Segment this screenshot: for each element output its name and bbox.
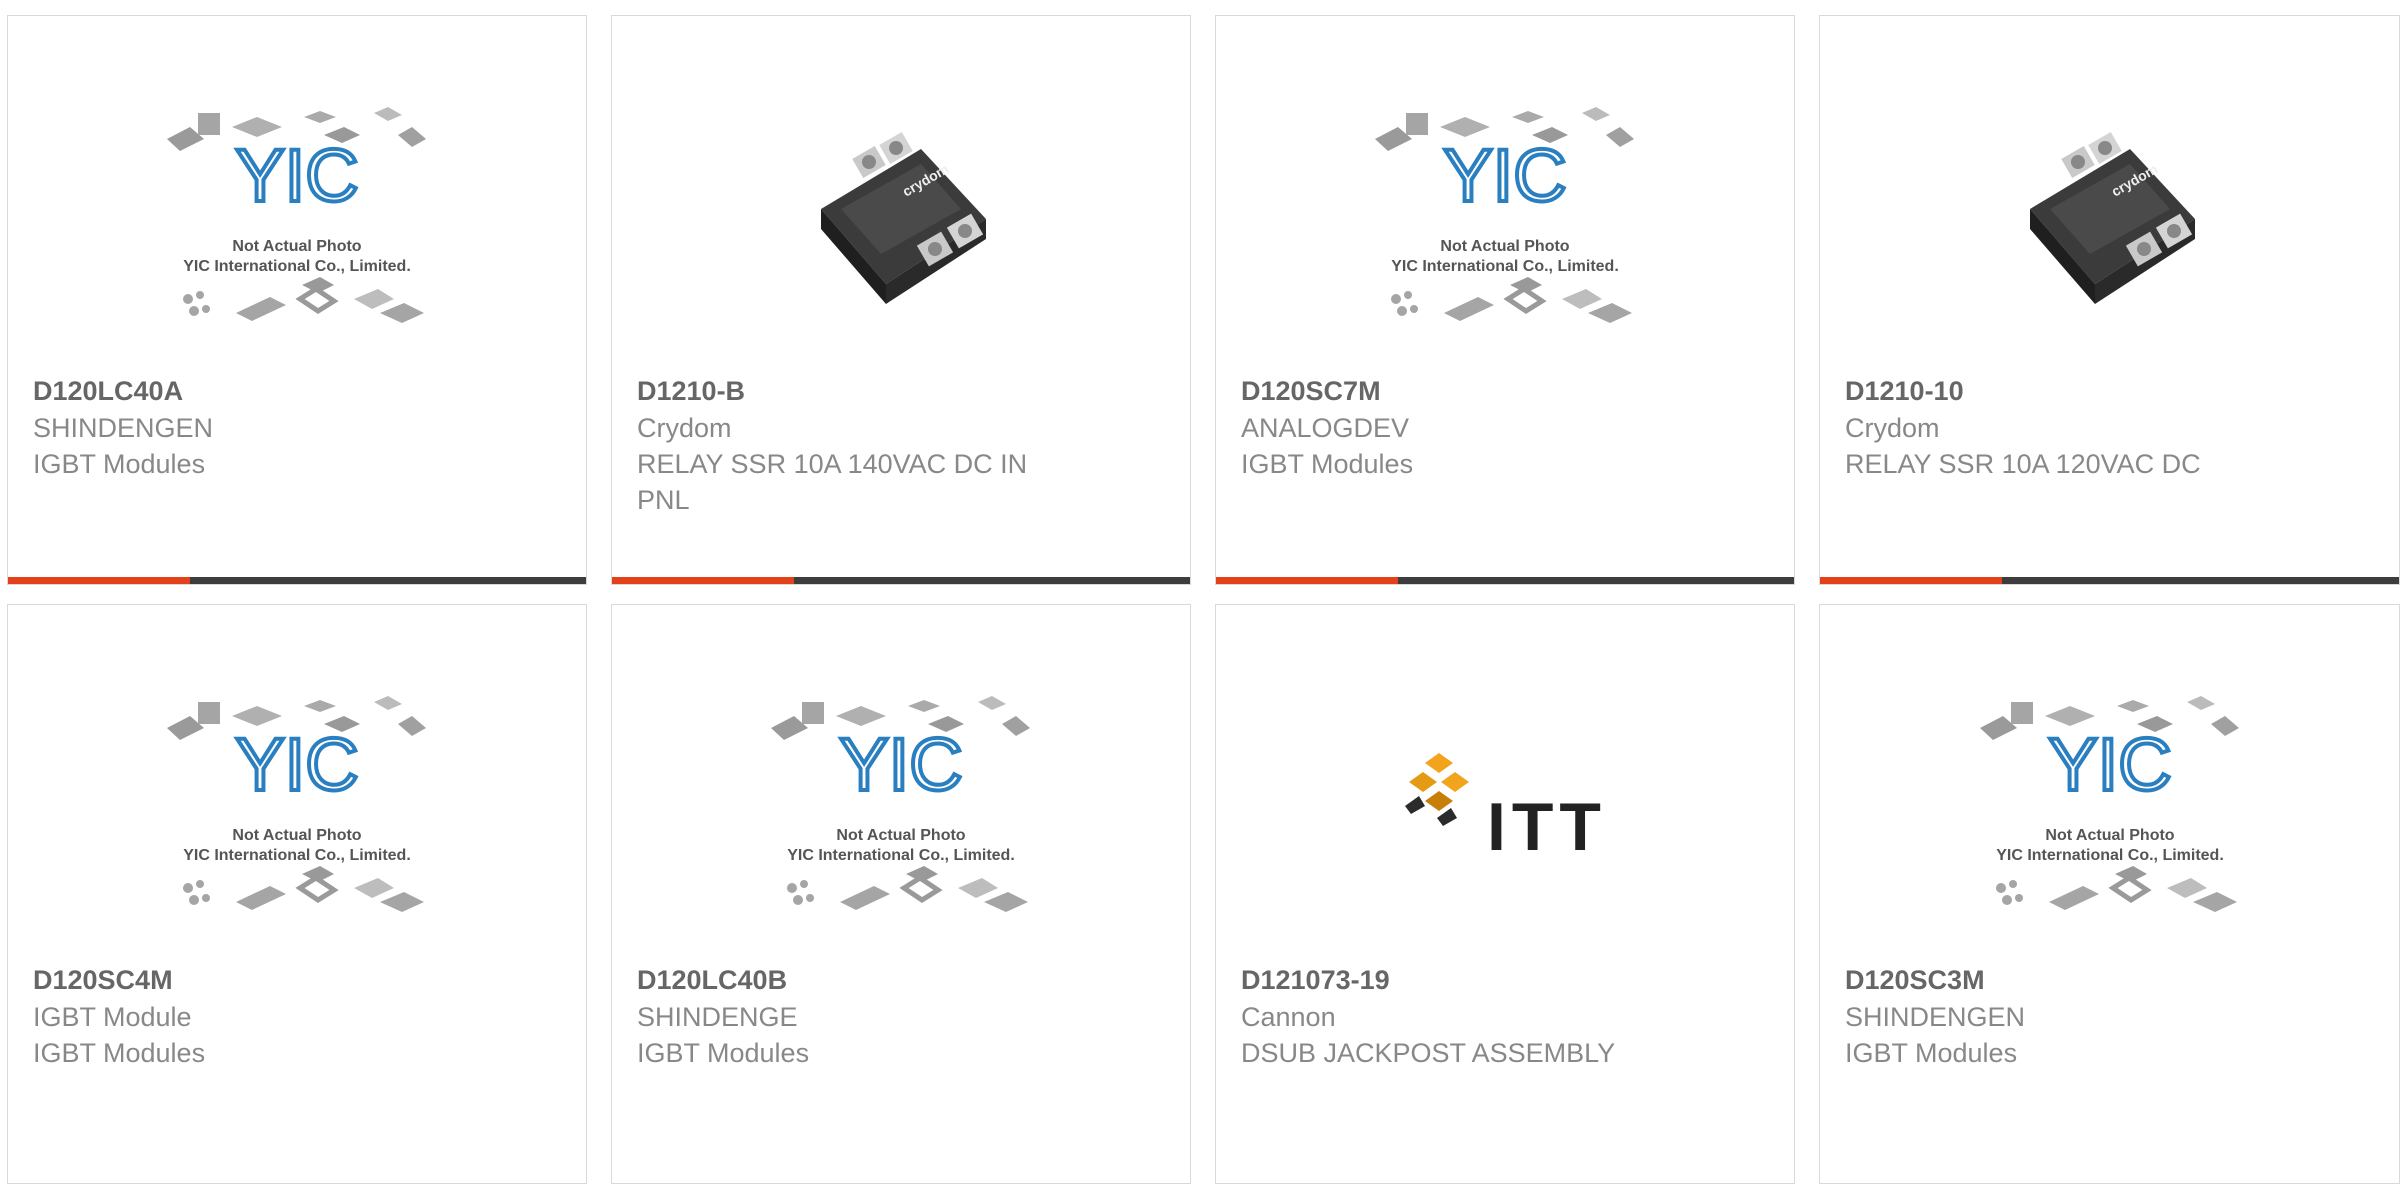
product-image[interactable]: YIC Not Actual Photo YIC International C… <box>8 76 586 361</box>
description: IGBT Modules <box>33 1038 206 1068</box>
manufacturer: Crydom <box>1845 413 1940 443</box>
placeholder-line2: YIC International Co., Limited. <box>183 258 411 275</box>
manufacturer: SHINDENGEN <box>1845 1002 2026 1032</box>
product-info: D120SC7M ANALOGDEV IGBT Modules <box>1241 372 1754 482</box>
relay-image: crydom <box>821 131 986 304</box>
part-number[interactable]: D120SC4M <box>33 961 546 999</box>
card-bar-accent <box>1820 577 2002 584</box>
part-number[interactable]: D1210-B <box>637 372 1150 410</box>
product-card[interactable]: YIC Not Actual Photo YIC International C… <box>611 604 1191 1184</box>
description: IGBT Modules <box>1241 449 1414 479</box>
yic-logo: YIC <box>2048 723 2171 806</box>
placeholder-line2: YIC International Co., Limited. <box>183 847 411 864</box>
product-info: D1210-10 Crydom RELAY SSR 10A 120VAC DC <box>1845 372 2359 482</box>
card-bar-accent <box>1216 577 1398 584</box>
manufacturer: SHINDENGE <box>637 1002 798 1032</box>
product-card[interactable]: crydom D1210-B Crydom RELAY SSR 10A 140V… <box>611 15 1191 585</box>
manufacturer: IGBT Module <box>33 1002 192 1032</box>
placeholder-line1: Not Actual Photo <box>836 827 965 844</box>
relay-image: crydom <box>2029 131 2195 304</box>
product-image[interactable]: YIC Not Actual Photo YIC International C… <box>1216 76 1794 361</box>
card-bar <box>1820 577 2399 584</box>
product-info: D120SC3M SHINDENGEN IGBT Modules <box>1845 961 2359 1071</box>
card-bar-accent <box>612 577 794 584</box>
product-image[interactable]: YIC Not Actual Photo YIC International C… <box>1820 665 2399 950</box>
placeholder-image: YIC Not Actual Photo YIC International C… <box>771 695 1030 912</box>
part-number[interactable]: D1210-10 <box>1845 372 2359 410</box>
placeholder-line1: Not Actual Photo <box>232 238 361 255</box>
itt-emblem-icon <box>1405 752 1469 826</box>
manufacturer: SHINDENGEN <box>33 413 214 443</box>
manufacturer: ANALOGDEV <box>1241 413 1410 443</box>
product-card[interactable]: crydom D1210-10 Crydom RELAY SSR 10A 120… <box>1819 15 2400 585</box>
product-card[interactable]: YIC Not Actual Photo YIC International C… <box>7 15 587 585</box>
product-info: D120LC40B SHINDENGE IGBT Modules <box>637 961 1150 1071</box>
itt-logo-text: ITT <box>1487 789 1607 865</box>
description: RELAY SSR 10A 140VAC DC IN PNL <box>637 449 1028 515</box>
card-bar <box>612 577 1190 584</box>
product-image[interactable]: ITT <box>1216 665 1794 950</box>
yic-logo: YIC <box>235 723 358 806</box>
part-number[interactable]: D120LC40A <box>33 372 546 410</box>
placeholder-line1: Not Actual Photo <box>1440 238 1569 255</box>
description: IGBT Modules <box>1845 1038 2018 1068</box>
part-number[interactable]: D120SC3M <box>1845 961 2359 999</box>
product-info: D121073-19 Cannon DSUB JACKPOST ASSEMBLY <box>1241 961 1754 1071</box>
description: RELAY SSR 10A 120VAC DC <box>1845 449 2201 479</box>
part-number[interactable]: D120LC40B <box>637 961 1150 999</box>
itt-logo: ITT <box>1405 752 1607 865</box>
placeholder-line1: Not Actual Photo <box>232 827 361 844</box>
product-image[interactable]: crydom <box>1820 76 2399 361</box>
description: DSUB JACKPOST ASSEMBLY <box>1241 1038 1616 1068</box>
yic-logo: YIC <box>839 723 962 806</box>
card-bar <box>1216 577 1794 584</box>
product-image[interactable]: YIC Not Actual Photo YIC International C… <box>8 665 586 950</box>
placeholder-image: YIC Not Actual Photo YIC International C… <box>1375 106 1634 323</box>
card-bar-accent <box>8 577 190 584</box>
placeholder-image: YIC Not Actual Photo YIC International C… <box>1979 695 2239 912</box>
product-card[interactable]: YIC Not Actual Photo YIC International C… <box>7 604 587 1184</box>
part-number[interactable]: D121073-19 <box>1241 961 1754 999</box>
placeholder-line1: Not Actual Photo <box>2045 827 2174 844</box>
product-card[interactable]: YIC Not Actual Photo YIC International C… <box>1819 604 2400 1184</box>
product-card[interactable]: YIC Not Actual Photo YIC International C… <box>1215 15 1795 585</box>
placeholder-image: YIC Not Actual Photo YIC International C… <box>167 106 426 323</box>
placeholder-line2: YIC International Co., Limited. <box>1391 258 1619 275</box>
description: IGBT Modules <box>637 1038 810 1068</box>
placeholder-image: YIC Not Actual Photo YIC International C… <box>167 695 426 912</box>
placeholder-line2: YIC International Co., Limited. <box>787 847 1015 864</box>
product-info: D120LC40A SHINDENGEN IGBT Modules <box>33 372 546 482</box>
manufacturer: Cannon <box>1241 1002 1336 1032</box>
product-image[interactable]: crydom <box>612 76 1190 361</box>
manufacturer: Crydom <box>637 413 732 443</box>
placeholder-line2: YIC International Co., Limited. <box>1996 847 2224 864</box>
part-number[interactable]: D120SC7M <box>1241 372 1754 410</box>
product-image[interactable]: YIC Not Actual Photo YIC International C… <box>612 665 1190 950</box>
product-card[interactable]: ITT D121073-19 Cannon DSUB JACKPOST ASSE… <box>1215 604 1795 1184</box>
product-info: D120SC4M IGBT Module IGBT Modules <box>33 961 546 1071</box>
card-bar <box>8 577 586 584</box>
yic-logo: YIC <box>1443 134 1566 217</box>
description: IGBT Modules <box>33 449 206 479</box>
product-info: D1210-B Crydom RELAY SSR 10A 140VAC DC I… <box>637 372 1150 518</box>
yic-logo: YIC <box>235 134 358 217</box>
